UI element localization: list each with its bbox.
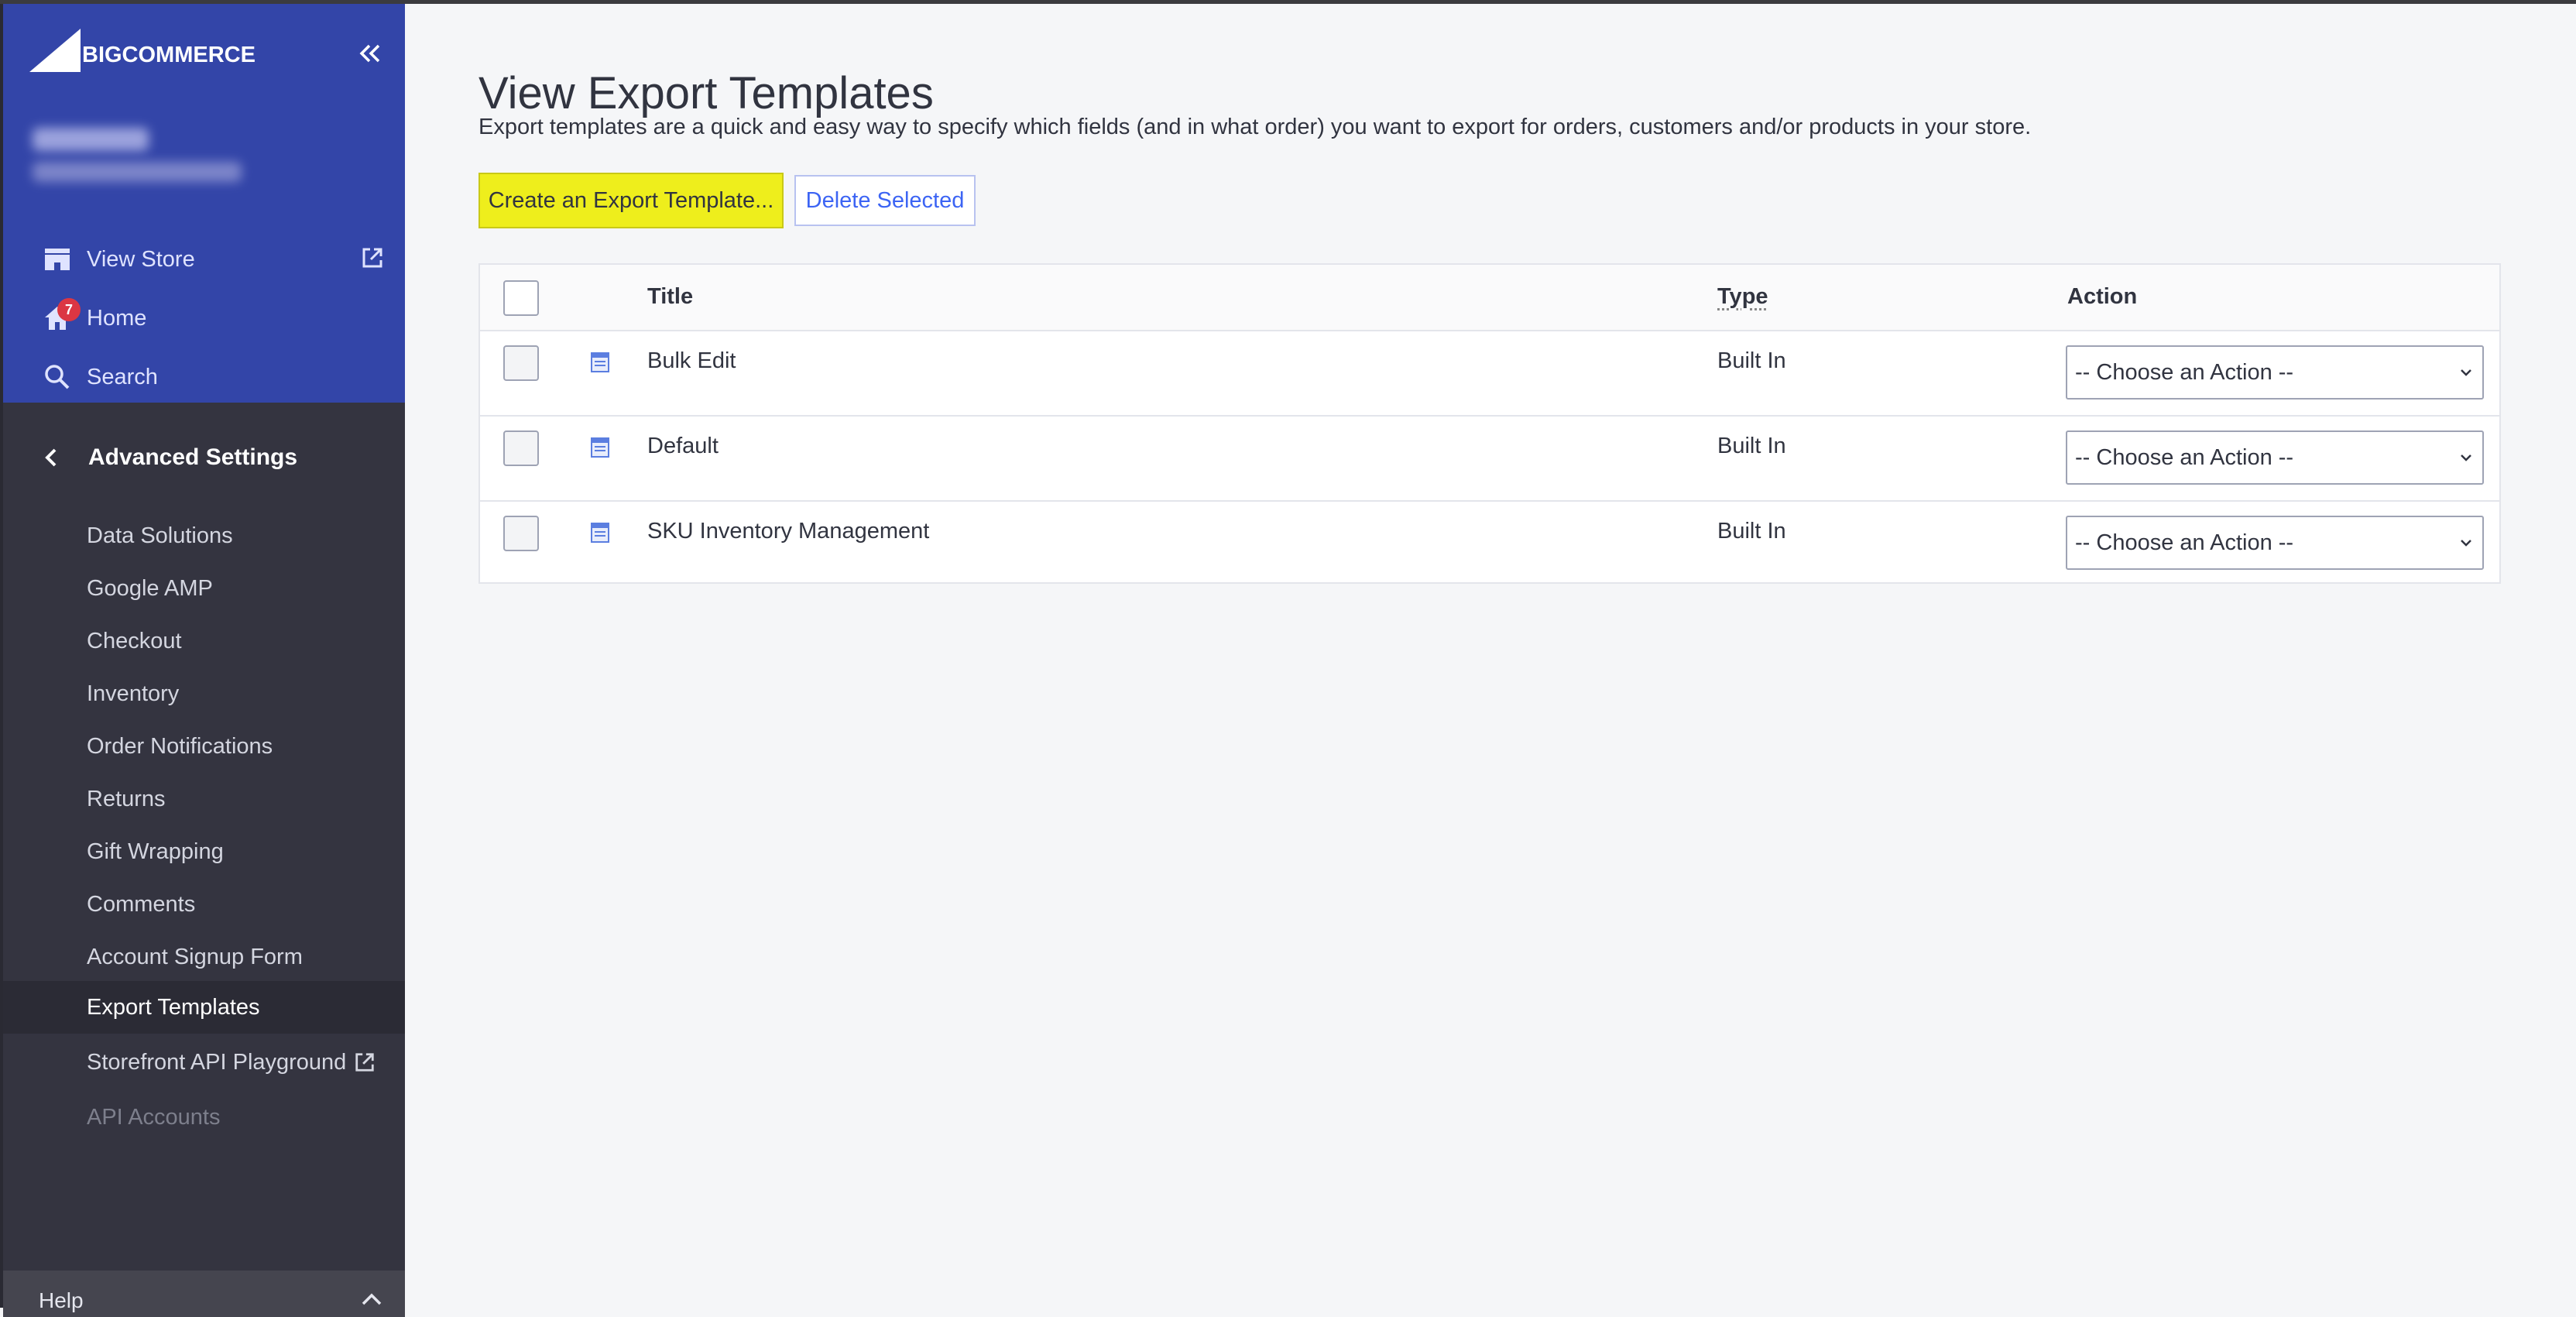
sidebar-item-google-amp[interactable]: Google AMP (87, 565, 213, 612)
nav-home[interactable]: 7 Home (42, 295, 146, 341)
bigcommerce-logo[interactable]: BIGCOMMERCE (28, 26, 256, 75)
section-title: Advanced Settings (88, 444, 298, 470)
row-checkbox[interactable] (503, 345, 539, 381)
create-export-template-button[interactable]: Create an Export Template... (478, 173, 784, 228)
external-link-icon[interactable] (361, 246, 384, 269)
template-file-icon (591, 437, 609, 458)
chevron-down-icon (2461, 540, 2471, 547)
column-header-title[interactable]: Title (647, 284, 693, 310)
page-title: View Export Templates (478, 67, 934, 118)
nav-home-label: Home (87, 305, 147, 331)
choose-action-select[interactable]: -- Choose an Action -- (2066, 430, 2484, 485)
sidebar-item-label: Account Signup Form (87, 944, 303, 969)
external-link-icon (354, 1051, 376, 1073)
table-row: Default Built In -- Choose an Action -- (480, 415, 2499, 502)
row-title: SKU Inventory Management (647, 519, 930, 544)
sidebar-item-label: Checkout (87, 628, 182, 653)
template-file-icon (591, 523, 609, 543)
page-description: Export templates are a quick and easy wa… (478, 115, 2032, 139)
row-type: Built In (1717, 348, 1786, 373)
sidebar-item-label: Storefront API Playground (87, 1049, 347, 1075)
collapse-sidebar-icon[interactable] (356, 39, 384, 67)
sidebar-item-gift-wrapping[interactable]: Gift Wrapping (87, 828, 224, 875)
nav-view-store[interactable]: View Store (42, 236, 195, 283)
nav-search-label: Search (87, 364, 158, 389)
table-header: Title Type Action (480, 265, 2499, 331)
sidebar: BIGCOMMERCE View Store 7 Home Search Adv… (0, 4, 405, 1317)
export-templates-table: Title Type Action Bulk Edit Built In -- … (478, 263, 2501, 584)
delete-selected-button[interactable]: Delete Selected (794, 175, 976, 226)
row-type: Built In (1717, 434, 1786, 458)
sidebar-item-label: Export Templates (87, 994, 260, 1020)
sidebar-item-returns[interactable]: Returns (87, 776, 166, 822)
sidebar-item-comments[interactable]: Comments (87, 881, 195, 928)
sidebar-header: BIGCOMMERCE View Store 7 Home Search (3, 4, 405, 403)
select-value: -- Choose an Action -- (2075, 444, 2294, 470)
home-icon: 7 (42, 298, 81, 334)
sidebar-item-label: Data Solutions (87, 523, 233, 548)
sidebar-item-label: Returns (87, 786, 166, 811)
sidebar-item-storefront-api-playground[interactable]: Storefront API Playground (87, 1039, 376, 1085)
sidebar-item-checkout[interactable]: Checkout (87, 618, 182, 664)
sidebar-item-label: API Accounts (87, 1104, 221, 1130)
sidebar-item-label: Comments (87, 891, 196, 917)
sidebar-item-label: Order Notifications (87, 733, 273, 759)
sidebar-item-export-templates[interactable]: Export Templates (87, 984, 260, 1031)
chevron-left-icon (43, 448, 70, 468)
nav-search[interactable]: Search (42, 354, 158, 400)
sidebar-item-label: Inventory (87, 681, 180, 706)
select-value: -- Choose an Action -- (2075, 359, 2294, 385)
column-header-type[interactable]: Type (1717, 284, 1768, 310)
table-row: Bulk Edit Built In -- Choose an Action -… (480, 330, 2499, 417)
logo-triangle-icon (29, 29, 81, 72)
sidebar-item-inventory[interactable]: Inventory (87, 671, 179, 717)
help-label: Help (39, 1288, 84, 1312)
store-name-blurred (33, 162, 242, 182)
choose-action-select[interactable]: -- Choose an Action -- (2066, 345, 2484, 400)
choose-action-select[interactable]: -- Choose an Action -- (2066, 516, 2484, 570)
notification-badge: 7 (57, 298, 81, 321)
row-checkbox[interactable] (503, 516, 539, 551)
nav-view-store-label: View Store (87, 246, 195, 272)
column-header-action: Action (2067, 284, 2138, 309)
chevron-down-icon (2461, 369, 2471, 376)
sidebar-item-order-notifications[interactable]: Order Notifications (87, 723, 273, 770)
store-icon (42, 244, 73, 275)
advanced-settings-back[interactable]: Advanced Settings (43, 434, 297, 481)
row-title: Bulk Edit (647, 348, 736, 373)
search-icon (42, 362, 73, 393)
template-file-icon (591, 352, 609, 372)
sidebar-item-api-accounts: API Accounts (87, 1094, 221, 1140)
table-row: SKU Inventory Management Built In -- Cho… (480, 500, 2499, 585)
select-value: -- Choose an Action -- (2075, 530, 2294, 555)
row-title: Default (647, 434, 719, 458)
chevron-down-icon (2461, 454, 2471, 461)
account-info[interactable] (33, 128, 242, 182)
logo-text: BIGCOMMERCE (82, 43, 256, 67)
account-name-blurred (33, 128, 149, 151)
row-type: Built In (1717, 519, 1786, 544)
sidebar-item-label: Google AMP (87, 575, 213, 601)
sidebar-item-label: Gift Wrapping (87, 839, 224, 864)
row-checkbox[interactable] (503, 430, 539, 466)
sidebar-item-account-signup-form[interactable]: Account Signup Form (87, 934, 303, 980)
sidebar-item-data-solutions[interactable]: Data Solutions (87, 513, 233, 559)
select-all-checkbox[interactable] (503, 280, 539, 316)
